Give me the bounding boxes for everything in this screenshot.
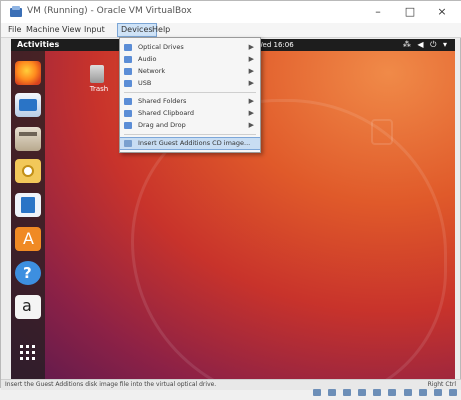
menu-item-audio[interactable]: Audio ▶ xyxy=(120,54,260,65)
menu-separator xyxy=(124,134,256,135)
window-title: VM (Running) - Oracle VM VirtualBox xyxy=(27,6,192,16)
mouse-integration-status-icon[interactable] xyxy=(448,389,457,396)
maximize-button[interactable]: □ xyxy=(395,4,425,20)
rhythmbox-icon[interactable] xyxy=(15,159,41,183)
display-status-icon[interactable] xyxy=(403,389,412,396)
menu-bar: File Machine View Input Devices Help xyxy=(1,23,461,38)
clipboard-icon xyxy=(124,110,132,117)
minimize-button[interactable]: – xyxy=(363,4,393,20)
drag-drop-icon xyxy=(124,122,132,129)
status-bar: Insert the Guest Additions disk image fi… xyxy=(1,379,461,396)
submenu-arrow-icon: ▶ xyxy=(248,43,254,51)
menu-item-optical-drives[interactable]: Optical Drives ▶ xyxy=(120,42,260,53)
menu-help[interactable]: Help xyxy=(149,24,173,36)
cpu-status-icon[interactable] xyxy=(433,389,442,396)
shared-folder-status-icon[interactable] xyxy=(388,389,397,396)
trash-label: Trash xyxy=(89,85,109,93)
menu-item-shared-clipboard[interactable]: Shared Clipboard ▶ xyxy=(120,108,260,119)
audio-status-icon[interactable] xyxy=(343,389,352,396)
submenu-arrow-icon: ▶ xyxy=(248,97,254,105)
usb-status-icon[interactable] xyxy=(373,389,382,396)
trash-icon xyxy=(90,65,104,83)
clock[interactable]: Wed 16:06 xyxy=(256,39,294,51)
app-grid-icon xyxy=(20,345,35,360)
hdd-status-icon[interactable] xyxy=(313,389,321,396)
amazon-icon[interactable]: a xyxy=(15,295,41,319)
desktop-trash[interactable]: Trash xyxy=(84,65,114,105)
ubuntu-dock: A ? a xyxy=(11,51,45,379)
system-tray[interactable]: ⁂ ◀ ⏻ ▾ xyxy=(403,39,449,51)
menu-item-network[interactable]: Network ▶ xyxy=(120,66,260,77)
title-bar[interactable]: VM (Running) - Oracle VM VirtualBox – □ … xyxy=(1,1,461,24)
host-key-label: Right Ctrl xyxy=(427,381,456,388)
menu-separator xyxy=(124,92,256,93)
menu-item-insert-guest-additions[interactable]: Insert Guest Additions CD image... xyxy=(120,137,260,150)
optical-status-icon[interactable] xyxy=(328,389,337,396)
devices-menu: Optical Drives ▶ Audio ▶ Network ▶ USB ▶… xyxy=(119,37,261,153)
cd-image-icon xyxy=(124,140,132,147)
network-icon xyxy=(124,68,132,75)
shared-folder-icon xyxy=(124,98,132,105)
submenu-arrow-icon: ▶ xyxy=(248,121,254,129)
activities-button[interactable]: Activities xyxy=(17,39,59,51)
ubuntu-software-icon[interactable]: A xyxy=(15,227,41,251)
libreoffice-writer-icon[interactable] xyxy=(15,193,41,217)
submenu-arrow-icon: ▶ xyxy=(248,79,254,87)
virtualbox-window: VM (Running) - Oracle VM VirtualBox – □ … xyxy=(0,0,461,396)
virtualbox-icon xyxy=(10,6,22,17)
menu-item-shared-folders[interactable]: Shared Folders ▶ xyxy=(120,96,260,107)
audio-icon xyxy=(124,56,132,63)
files-icon[interactable] xyxy=(15,127,41,151)
thunderbird-icon[interactable] xyxy=(15,93,41,117)
help-icon[interactable]: ? xyxy=(15,261,41,285)
close-button[interactable]: × xyxy=(427,4,457,20)
submenu-arrow-icon: ▶ xyxy=(248,55,254,63)
amazon-glyph: a xyxy=(22,296,32,315)
usb-icon xyxy=(124,80,132,87)
firefox-icon[interactable] xyxy=(15,61,41,85)
network-status-icon[interactable] xyxy=(358,389,367,396)
status-message: Insert the Guest Additions disk image fi… xyxy=(5,381,217,388)
submenu-arrow-icon: ▶ xyxy=(248,109,254,117)
menu-file[interactable]: File xyxy=(5,24,24,36)
wallpaper-beaver-tooth xyxy=(371,119,393,145)
menu-item-drag-and-drop[interactable]: Drag and Drop ▶ xyxy=(120,120,260,131)
recording-status-icon[interactable] xyxy=(418,389,427,396)
menu-item-usb[interactable]: USB ▶ xyxy=(120,78,260,89)
show-applications-icon[interactable] xyxy=(15,341,41,365)
submenu-arrow-icon: ▶ xyxy=(248,67,254,75)
menu-machine[interactable]: Machine xyxy=(23,24,63,36)
menu-input[interactable]: Input xyxy=(81,24,108,36)
optical-drive-icon xyxy=(124,44,132,51)
